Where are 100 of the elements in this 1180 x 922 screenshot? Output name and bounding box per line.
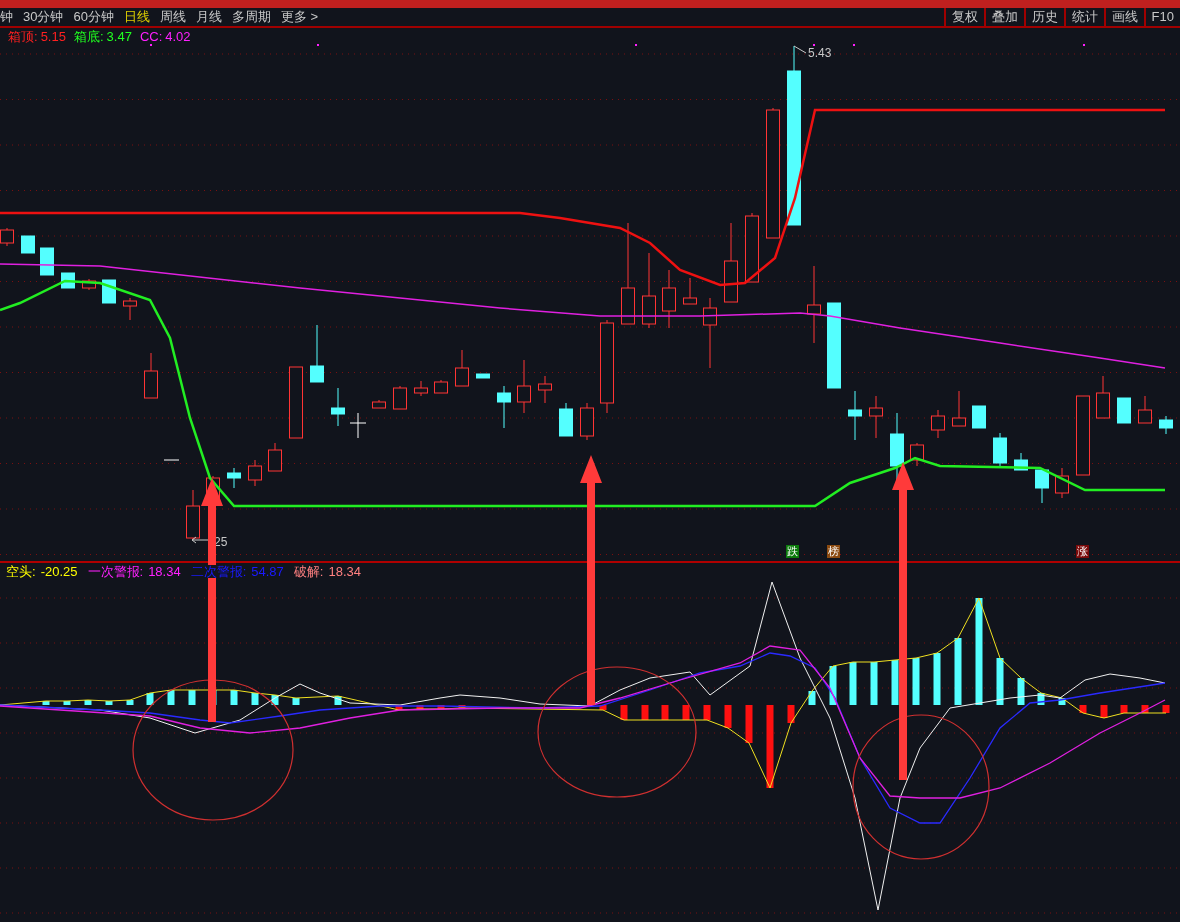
histogram-bar [1100,705,1108,718]
candlestick [248,459,262,487]
period-tab[interactable]: 日线 [123,7,150,27]
histogram-bar [808,691,816,705]
candlestick [1035,467,1049,504]
candlestick [497,385,511,429]
candlestick [393,385,407,410]
histogram-bar [870,662,878,705]
histogram-bar [458,705,466,708]
histogram-bar [996,658,1004,705]
candlestick [745,212,759,283]
histogram-bar [126,700,134,705]
histogram-bar [1162,705,1170,713]
histogram-bar [703,705,711,720]
legend-value: 18.34 [328,565,361,578]
histogram-bar [891,660,899,705]
candlestick [455,349,469,387]
histogram-bar [437,705,445,709]
histogram-bar [599,705,607,710]
price-label: 5.43 [808,45,832,62]
candlestick [186,489,200,541]
histogram-bar [912,658,920,705]
histogram-bar [42,701,50,705]
histogram-bar [167,690,175,705]
legend-value: 3.47 [106,29,132,43]
histogram-bar [724,705,732,728]
histogram-bar [829,666,837,705]
histogram-bar [661,705,669,720]
candlestick [372,399,386,409]
candlestick [1096,375,1110,419]
candlestick [538,375,552,404]
candlestick [82,278,96,291]
histogram-bar [682,705,690,720]
legend-label: 箱底: [73,29,104,43]
period-tab[interactable]: 30分钟 [23,7,64,27]
legend-label: 破解: [293,565,324,578]
histogram-bar [146,693,154,705]
candlestick [227,467,241,489]
period-tab[interactable]: 周线 [159,7,186,27]
legend-value: -20.25 [40,565,78,578]
legend-label: CC: [139,29,163,43]
toolbar-button[interactable]: 复权 [945,8,986,26]
legend-label: 空头: [6,565,36,578]
candlestick [1117,397,1131,424]
toolbar-button[interactable]: 历史 [1025,8,1066,26]
candlestick [21,235,35,254]
histogram-bar [271,695,279,705]
candlestick [683,277,697,305]
period-tab[interactable]: 60分钟 [73,7,114,27]
doji-mark [163,459,180,461]
histogram-bar [84,700,92,705]
histogram-bar [849,662,857,705]
legend-value: 5.15 [40,29,66,43]
candlestick [910,442,924,467]
candlestick [517,359,531,414]
histogram-bar [745,705,753,743]
candlestick [0,227,14,247]
toolbar-button[interactable]: 叠加 [985,8,1026,26]
period-tab[interactable]: 钟 [0,7,13,27]
histogram-bar [933,653,941,705]
toolbar-button[interactable]: 画线 [1105,8,1146,26]
candlestick [144,352,158,399]
histogram-bar [787,705,795,723]
candlestick [972,405,986,429]
candlestick [559,402,573,437]
histogram-bar [1141,705,1149,713]
histogram-bar [1079,705,1087,713]
toolbar-button[interactable]: F10 [1145,8,1180,26]
candlestick [414,380,428,397]
candlestick [662,269,676,329]
histogram-bar [1120,705,1128,713]
period-tab[interactable]: 更多 > [280,7,319,27]
leader-line [191,536,209,544]
histogram-bar [1037,693,1045,705]
signal-tag: 涨 [1076,545,1089,558]
histogram-bar [416,705,424,709]
leader-line [793,45,807,54]
histogram-bar [292,698,300,705]
candlestick [1014,452,1028,471]
histogram-bar [334,696,342,705]
candlestick [869,395,883,439]
period-tab[interactable]: 月线 [195,7,222,27]
legend-value: 54.87 [251,565,284,578]
toolbar-button[interactable]: 统计 [1065,8,1106,26]
histogram-bar [954,638,962,705]
candlestick [848,390,862,441]
candlestick [434,379,448,394]
legend-value: 4.02 [165,29,191,43]
period-tab[interactable]: 多周期 [231,7,271,27]
candlestick [268,442,282,472]
legend-label: 一次警报: [87,565,144,578]
candlestick [40,247,54,276]
histogram-bar [641,705,649,720]
candlestick [331,387,345,427]
histogram-bar [395,705,403,710]
legend-label: 二次警报: [190,565,247,578]
histogram-bar [230,690,238,705]
candlestick [580,402,594,441]
legend-label: 箱顶: [8,29,38,43]
histogram-bar [1017,678,1025,705]
